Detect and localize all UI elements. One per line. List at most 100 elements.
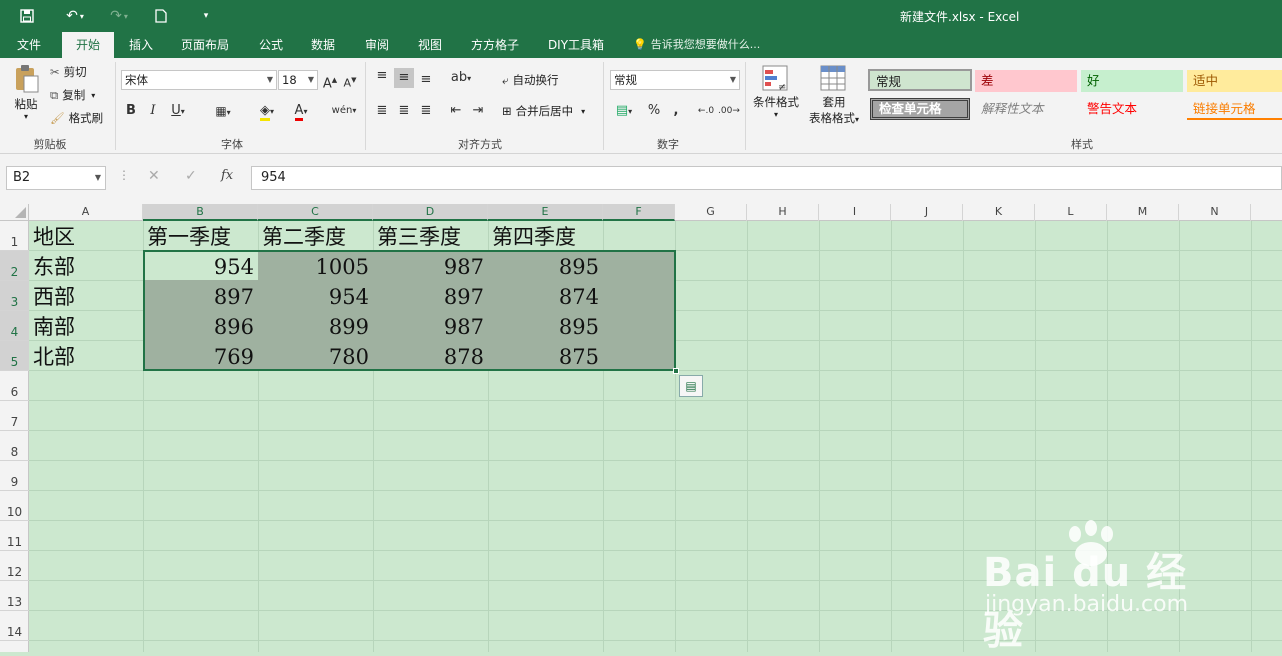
row-header[interactable]: 8 bbox=[0, 431, 29, 461]
column-header[interactable]: D bbox=[373, 204, 488, 221]
font-name-select[interactable]: 宋体 ▼ bbox=[121, 70, 277, 90]
row-header[interactable]: 9 bbox=[0, 461, 29, 491]
column-header[interactable]: F bbox=[603, 204, 675, 221]
row-header[interactable]: 3 bbox=[0, 281, 29, 311]
column-header[interactable]: I bbox=[819, 204, 891, 221]
cell-b1[interactable]: 第一季度 bbox=[143, 222, 258, 252]
decrease-indent-icon[interactable]: ⇤ bbox=[446, 101, 466, 121]
cell-c3[interactable]: 954 bbox=[258, 282, 373, 312]
tab-data[interactable]: 数据 bbox=[302, 32, 344, 58]
cell-b3[interactable]: 897 bbox=[143, 282, 258, 312]
align-center-icon[interactable]: ≣ bbox=[394, 101, 414, 121]
column-header[interactable]: E bbox=[488, 204, 603, 221]
cell-e1[interactable]: 第四季度 bbox=[488, 222, 603, 252]
style-bad[interactable]: 差 bbox=[975, 70, 1077, 92]
paste-button[interactable]: 粘贴 ▾ bbox=[8, 64, 44, 130]
cell-c2[interactable]: 1005 bbox=[258, 252, 373, 282]
tab-insert[interactable]: 插入 bbox=[120, 32, 162, 58]
cell-e4[interactable]: 895 bbox=[488, 312, 603, 342]
row-header[interactable]: 2 bbox=[0, 251, 29, 281]
row-header[interactable]: 10 bbox=[0, 491, 29, 521]
cell-e2[interactable]: 895 bbox=[488, 252, 603, 282]
cell-b5[interactable]: 769 bbox=[143, 342, 258, 372]
wrap-text-button[interactable]: ⤶ 自动换行 bbox=[502, 72, 558, 88]
quick-analysis-icon[interactable]: ▤ bbox=[679, 375, 703, 397]
row-header[interactable]: 6 bbox=[0, 371, 29, 401]
redo-icon[interactable]: ↷ ▾ bbox=[104, 6, 134, 26]
tell-me-box[interactable]: 💡 告诉我您想要做什么... bbox=[633, 32, 760, 58]
cell-a5[interactable]: 北部 bbox=[29, 342, 143, 372]
copy-button[interactable]: ⧉ 复制 ▾ bbox=[50, 87, 95, 103]
insert-function-button[interactable]: fx bbox=[221, 168, 233, 183]
cell-d3[interactable]: 897 bbox=[373, 282, 488, 312]
orientation-icon[interactable]: ab▾ bbox=[446, 68, 476, 89]
new-file-icon[interactable] bbox=[150, 6, 172, 26]
save-icon[interactable] bbox=[16, 6, 38, 26]
format-painter-button[interactable]: 🖌 格式刷 bbox=[50, 110, 103, 126]
cell-d1[interactable]: 第三季度 bbox=[373, 222, 488, 252]
cell-b2[interactable]: 954 bbox=[143, 252, 258, 282]
grow-font-button[interactable]: A▲ bbox=[322, 70, 338, 94]
increase-indent-icon[interactable]: ⇥ bbox=[468, 101, 488, 121]
row-header[interactable]: 1 bbox=[0, 221, 29, 251]
style-linked-cell[interactable]: 链接单元格 bbox=[1187, 98, 1282, 120]
cell-a4[interactable]: 南部 bbox=[29, 312, 143, 342]
tab-diy-toolbox[interactable]: DIY工具箱 bbox=[540, 32, 612, 58]
row-header[interactable]: 7 bbox=[0, 401, 29, 431]
tab-review[interactable]: 审阅 bbox=[356, 32, 398, 58]
column-header[interactable]: J bbox=[891, 204, 963, 221]
column-header[interactable]: C bbox=[258, 204, 373, 221]
shrink-font-button[interactable]: A▼ bbox=[342, 70, 358, 94]
row-header[interactable]: 5 bbox=[0, 341, 29, 371]
increase-decimal-icon[interactable]: ←.0 bbox=[696, 101, 716, 121]
cell-c4[interactable]: 899 bbox=[258, 312, 373, 342]
bold-button[interactable]: B bbox=[122, 101, 140, 121]
style-warning[interactable]: 警告文本 bbox=[1081, 98, 1183, 120]
style-explanatory[interactable]: 解释性文本 bbox=[975, 98, 1077, 120]
style-neutral[interactable]: 适中 bbox=[1187, 70, 1282, 92]
cell-e5[interactable]: 875 bbox=[488, 342, 603, 372]
align-bottom-icon[interactable]: ≡ bbox=[416, 70, 436, 90]
fill-color-icon[interactable]: ◈▾ bbox=[252, 101, 282, 122]
cell-d2[interactable]: 987 bbox=[373, 252, 488, 282]
row-header[interactable]: 11 bbox=[0, 521, 29, 551]
font-size-select[interactable]: 18 ▼ bbox=[278, 70, 318, 90]
cell-c5[interactable]: 780 bbox=[258, 342, 373, 372]
merge-center-button[interactable]: ⊞ 合并后居中 ▾ bbox=[502, 103, 585, 119]
column-header[interactable]: B bbox=[143, 204, 258, 221]
cell-c1[interactable]: 第二季度 bbox=[258, 222, 373, 252]
percent-button[interactable]: % bbox=[644, 101, 664, 121]
enter-icon[interactable]: ✓ bbox=[185, 168, 197, 184]
accounting-icon[interactable]: ▤▾ bbox=[610, 101, 638, 122]
cell-a2[interactable]: 东部 bbox=[29, 252, 143, 282]
formula-input[interactable]: 954 bbox=[251, 166, 1282, 190]
cell-d5[interactable]: 878 bbox=[373, 342, 488, 372]
tab-page-layout[interactable]: 页面布局 bbox=[172, 32, 238, 58]
cell-a1[interactable]: 地区 bbox=[29, 222, 143, 252]
number-format-select[interactable]: 常规 ▼ bbox=[610, 70, 740, 90]
style-normal[interactable]: 常规 bbox=[868, 69, 972, 91]
style-check-cell[interactable]: 检查单元格 bbox=[870, 98, 970, 120]
column-header[interactable]: G bbox=[675, 204, 747, 221]
row-header[interactable]: 13 bbox=[0, 581, 29, 611]
align-top-icon[interactable]: ≡ bbox=[372, 66, 392, 86]
borders-icon[interactable]: ▦▾ bbox=[208, 101, 238, 123]
format-as-table-button[interactable]: 套用 表格格式▾ bbox=[804, 64, 864, 126]
tab-home[interactable]: 开始 bbox=[62, 32, 114, 58]
column-header[interactable]: H bbox=[747, 204, 819, 221]
align-middle-icon[interactable]: ≡ bbox=[394, 68, 414, 88]
column-header[interactable]: K bbox=[963, 204, 1035, 221]
comma-button[interactable]: , bbox=[668, 101, 684, 121]
italic-button[interactable]: I bbox=[145, 101, 161, 121]
column-header[interactable]: M bbox=[1107, 204, 1179, 221]
decrease-decimal-icon[interactable]: .00→ bbox=[718, 101, 740, 121]
phonetic-icon[interactable]: wén▾ bbox=[330, 101, 358, 121]
style-good[interactable]: 好 bbox=[1081, 70, 1183, 92]
underline-button[interactable]: U▾ bbox=[166, 101, 190, 122]
tab-fangfang[interactable]: 方方格子 bbox=[462, 32, 528, 58]
undo-icon[interactable]: ↶ ▾ bbox=[60, 6, 90, 26]
column-header[interactable]: A bbox=[29, 204, 143, 221]
row-header[interactable]: 12 bbox=[0, 551, 29, 581]
select-all-corner[interactable] bbox=[0, 204, 29, 221]
name-box[interactable]: B2 ▼ bbox=[6, 166, 106, 190]
